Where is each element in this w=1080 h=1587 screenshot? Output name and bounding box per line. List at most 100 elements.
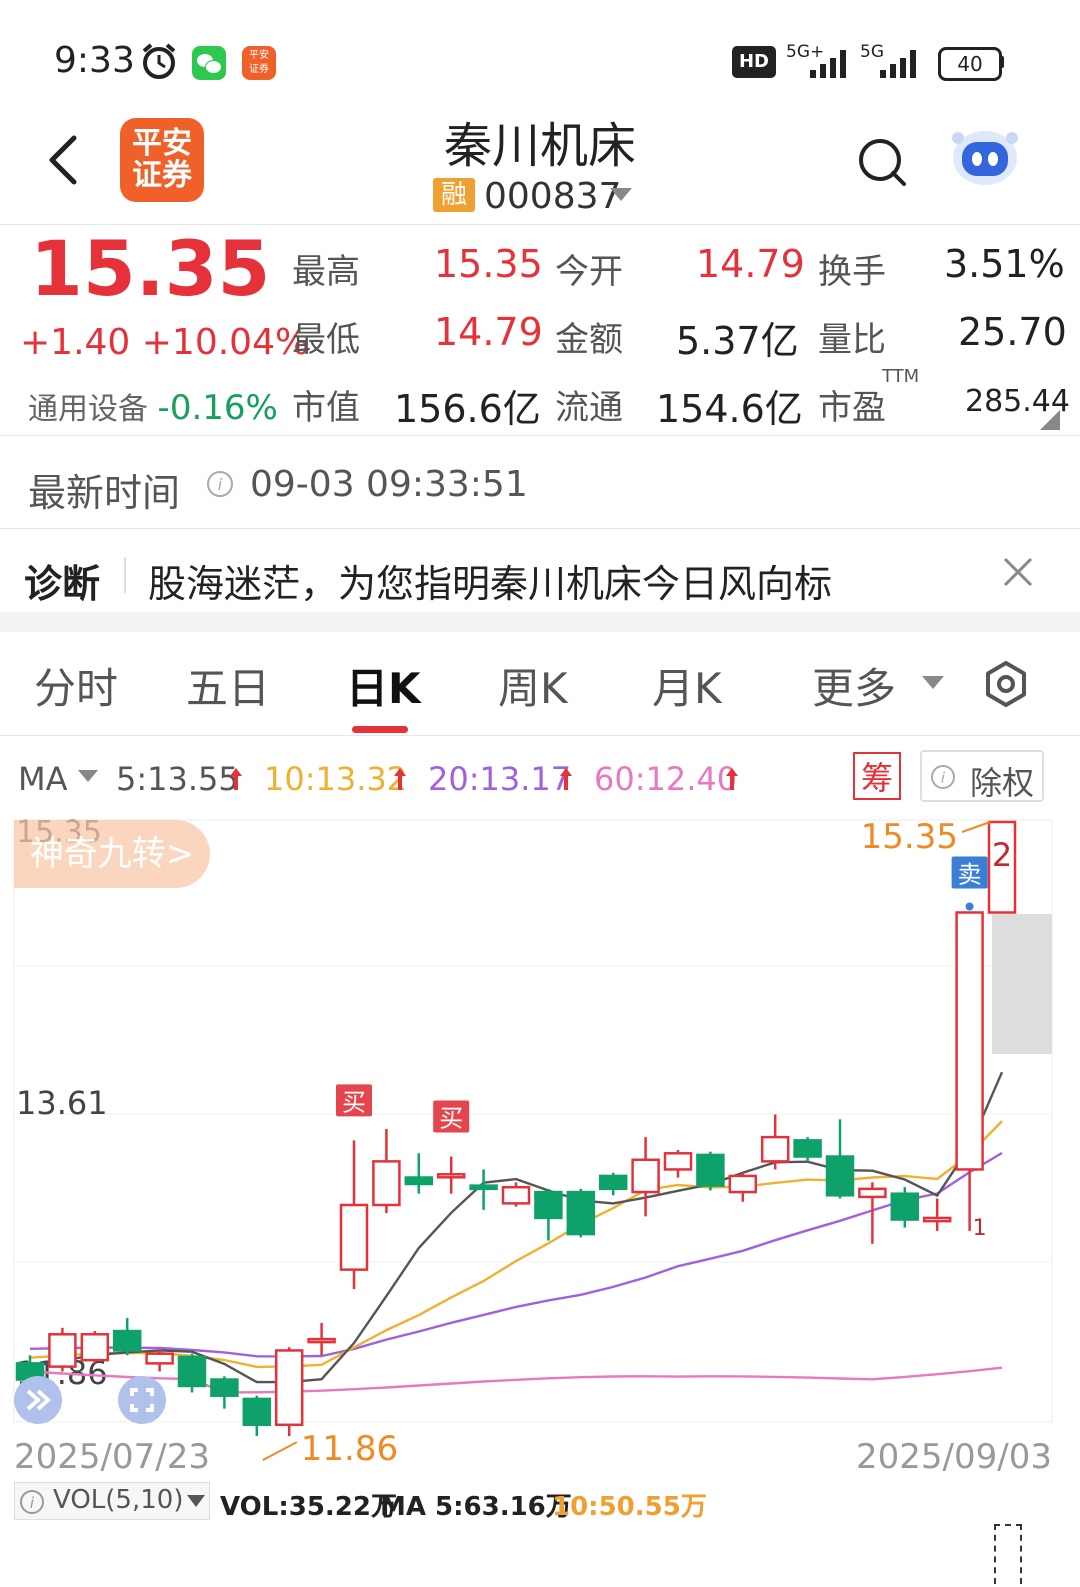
margin-badge: 融 bbox=[433, 178, 475, 212]
candle-up bbox=[501, 1185, 531, 1205]
quote-value-volratio: 25.70 bbox=[958, 310, 1067, 354]
volume-value: VOL:35.22万 bbox=[220, 1492, 397, 1522]
wechat-icon bbox=[192, 46, 226, 80]
chevron-down-icon[interactable] bbox=[922, 676, 944, 690]
candle-up bbox=[145, 1352, 174, 1365]
tab-intraday[interactable]: 分时 bbox=[34, 655, 118, 716]
candle-up bbox=[858, 1187, 887, 1199]
sector-row[interactable]: 通用设备 -0.16% bbox=[28, 384, 278, 428]
volume-ma5: MA 5:63.16万 bbox=[380, 1492, 572, 1522]
candle-up bbox=[663, 1152, 693, 1171]
robot-assistant-icon[interactable] bbox=[950, 126, 1020, 188]
exright-label: 除权 bbox=[970, 764, 1035, 802]
candle-up bbox=[48, 1333, 77, 1368]
candle-down bbox=[404, 1176, 434, 1186]
gear-icon[interactable] bbox=[982, 660, 1030, 708]
quote-label-high: 最高 bbox=[292, 252, 360, 292]
x-axis-start-date: 2025/07/23 bbox=[14, 1437, 210, 1477]
quote-label-open: 今开 bbox=[555, 252, 623, 292]
volume-ma10: 10:50.55万 bbox=[552, 1492, 707, 1522]
expand-corner-icon[interactable] bbox=[1040, 410, 1060, 430]
ma-label[interactable]: MA bbox=[18, 760, 68, 798]
divider bbox=[0, 435, 1080, 436]
status-bar: 9:33 平安 证券 HD 5G+ 5G 40 bbox=[0, 0, 1080, 100]
tab-weekly-k[interactable]: 周K bbox=[498, 655, 568, 716]
low-marker-label: 11.86 bbox=[301, 1429, 398, 1469]
current-price: 15.35 bbox=[30, 224, 271, 313]
battery-tip bbox=[1000, 56, 1004, 68]
ttm-label: TTM bbox=[882, 366, 920, 387]
candle-up bbox=[80, 1333, 110, 1362]
double-chevron-icon[interactable] bbox=[14, 1376, 62, 1424]
search-icon[interactable] bbox=[856, 136, 908, 188]
active-tab-indicator bbox=[352, 726, 408, 733]
candle-up bbox=[274, 1349, 304, 1427]
tab-monthly-k[interactable]: 月K bbox=[652, 655, 722, 716]
ma60-line bbox=[29, 1366, 1003, 1394]
alarm-clock-icon bbox=[142, 43, 176, 79]
chip-distribution-button[interactable]: 筹 bbox=[853, 752, 901, 800]
candle-down bbox=[696, 1153, 725, 1187]
high-marker-leader bbox=[961, 821, 991, 833]
status-time: 9:33 bbox=[54, 40, 135, 81]
candle-down bbox=[177, 1355, 207, 1388]
nine-turn-button[interactable]: 神奇九转> bbox=[14, 820, 210, 888]
info-icon: i bbox=[931, 765, 955, 789]
quote-value-turnover: 3.51% bbox=[944, 242, 1065, 286]
candle-up bbox=[728, 1174, 758, 1194]
candle-down bbox=[112, 1329, 142, 1352]
divider bbox=[0, 735, 1080, 736]
candle-down bbox=[598, 1174, 628, 1191]
quote-label-amount: 金额 bbox=[555, 320, 623, 360]
volume-indicator-selector[interactable]: i VOL(5,10) bbox=[14, 1482, 210, 1520]
up-arrow-icon bbox=[560, 768, 572, 790]
candle-down bbox=[825, 1155, 855, 1197]
buy-signal-label: 买 bbox=[342, 1088, 366, 1116]
fullscreen-icon[interactable] bbox=[118, 1376, 166, 1424]
ma10-value: 10:13.32 bbox=[264, 760, 408, 798]
tab-five-day[interactable]: 五日 bbox=[186, 655, 270, 716]
up-arrow-icon bbox=[230, 768, 242, 790]
signal-icon bbox=[810, 50, 846, 78]
quote-label-float: 流通 bbox=[555, 388, 623, 428]
diagnosis-banner[interactable]: 诊断 股海迷茫，为您指明秦川机床今日风向标 bbox=[0, 529, 1080, 611]
candle-down bbox=[534, 1190, 563, 1220]
candle-up bbox=[372, 1160, 401, 1207]
candle-up bbox=[922, 1216, 952, 1223]
recent-day-highlight bbox=[992, 914, 1052, 1054]
exright-button[interactable]: i 除权 bbox=[920, 750, 1044, 802]
chevron-down-icon bbox=[187, 1495, 205, 1507]
quote-value-amount: 5.37亿 bbox=[676, 319, 799, 363]
buy-signal-label: 买 bbox=[439, 1105, 463, 1133]
candle-down bbox=[566, 1190, 596, 1236]
tab-more[interactable]: 更多 bbox=[812, 655, 896, 716]
sell-signal-label: 卖 bbox=[958, 860, 982, 888]
low-marker-leader bbox=[262, 1441, 298, 1461]
sector-change: -0.16% bbox=[157, 388, 278, 428]
quote-label-mktcap: 市值 bbox=[292, 388, 360, 428]
quote-value-float: 154.6亿 bbox=[656, 387, 803, 431]
candle-up bbox=[436, 1173, 466, 1179]
info-icon[interactable]: i bbox=[206, 470, 234, 498]
battery-icon: 40 bbox=[938, 47, 1002, 81]
candle-up bbox=[307, 1337, 336, 1344]
pingan-app-icon: 平安 证券 bbox=[242, 46, 276, 80]
up-arrow-icon bbox=[394, 768, 406, 790]
high-marker-label: 15.35 bbox=[861, 817, 958, 857]
section-gap bbox=[0, 612, 1080, 632]
chevron-down-icon[interactable] bbox=[78, 770, 98, 782]
quote-label-turnover: 换手 bbox=[818, 252, 886, 292]
candle-down bbox=[890, 1192, 920, 1221]
tab-daily-k[interactable]: 日K bbox=[346, 655, 421, 716]
candle-down bbox=[793, 1139, 822, 1158]
quote-label-low: 最低 bbox=[292, 320, 360, 360]
candle-up bbox=[339, 1203, 369, 1271]
ma5-value: 5:13.55 bbox=[116, 760, 239, 798]
close-icon[interactable] bbox=[1002, 556, 1034, 588]
chevron-down-icon[interactable] bbox=[610, 188, 632, 202]
svg-text:i: i bbox=[941, 769, 946, 787]
diagnosis-text: 股海迷茫，为您指明秦川机床今日风向标 bbox=[148, 562, 833, 606]
stock-code: 000837 bbox=[484, 176, 622, 217]
hd-badge: HD bbox=[732, 46, 776, 78]
stock-name: 秦川机床 bbox=[443, 118, 636, 174]
